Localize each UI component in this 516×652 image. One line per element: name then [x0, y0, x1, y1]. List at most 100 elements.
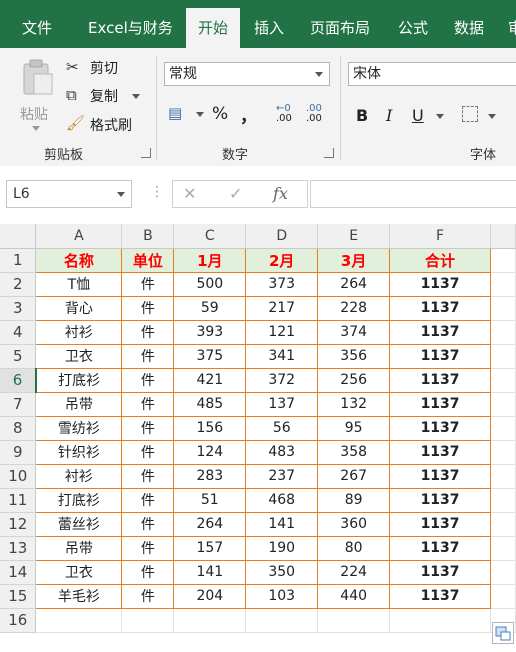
- data-cell[interactable]: 356: [317, 344, 391, 369]
- chevron-down-icon[interactable]: [436, 114, 444, 119]
- data-cell[interactable]: 1137: [389, 536, 491, 561]
- data-cell[interactable]: 156: [173, 416, 247, 441]
- header-cell[interactable]: 单位: [121, 248, 175, 273]
- data-cell[interactable]: 羊毛衫: [35, 584, 123, 609]
- data-cell[interactable]: 59: [173, 296, 247, 321]
- header-cell[interactable]: 2月: [245, 248, 319, 273]
- data-cell[interactable]: 440: [317, 584, 391, 609]
- empty-cell[interactable]: [490, 536, 516, 561]
- tab-home[interactable]: 开始: [186, 8, 240, 48]
- empty-cell[interactable]: [490, 344, 516, 369]
- insert-function-icon[interactable]: fx: [273, 184, 288, 203]
- data-cell[interactable]: 1137: [389, 464, 491, 489]
- empty-cell[interactable]: [490, 272, 516, 297]
- tab-insert[interactable]: 插入: [254, 0, 284, 48]
- column-header-a[interactable]: A: [35, 224, 123, 249]
- empty-cell[interactable]: [490, 584, 516, 609]
- data-cell[interactable]: 483: [245, 440, 319, 465]
- data-cell[interactable]: 228: [317, 296, 391, 321]
- empty-cell[interactable]: [490, 296, 516, 321]
- data-cell[interactable]: 124: [173, 440, 247, 465]
- data-cell[interactable]: 137: [245, 392, 319, 417]
- data-cell[interactable]: 468: [245, 488, 319, 513]
- row-header[interactable]: 2: [0, 272, 37, 297]
- row-header[interactable]: 10: [0, 464, 37, 489]
- row-header[interactable]: 9: [0, 440, 37, 465]
- data-cell[interactable]: 51: [173, 488, 247, 513]
- data-cell[interactable]: 375: [173, 344, 247, 369]
- accounting-format-icon[interactable]: ▤: [168, 104, 182, 122]
- data-cell[interactable]: 141: [245, 512, 319, 537]
- data-cell[interactable]: 500: [173, 272, 247, 297]
- clipboard-launcher-icon[interactable]: [141, 148, 151, 158]
- row-header[interactable]: 4: [0, 320, 37, 345]
- data-cell[interactable]: 1137: [389, 488, 491, 513]
- data-cell[interactable]: 56: [245, 416, 319, 441]
- data-cell[interactable]: 件: [121, 272, 175, 297]
- data-cell[interactable]: 件: [121, 416, 175, 441]
- empty-cell[interactable]: [317, 608, 391, 633]
- column-header-c[interactable]: C: [173, 224, 247, 249]
- data-cell[interactable]: 吊带: [35, 536, 123, 561]
- comma-style-button[interactable]: ，: [240, 102, 257, 127]
- data-cell[interactable]: 卫衣: [35, 560, 123, 585]
- header-cell[interactable]: 1月: [173, 248, 247, 273]
- data-cell[interactable]: 157: [173, 536, 247, 561]
- data-cell[interactable]: 件: [121, 440, 175, 465]
- empty-cell[interactable]: [490, 416, 516, 441]
- empty-cell[interactable]: [35, 608, 123, 633]
- cancel-icon[interactable]: ✕: [183, 184, 196, 203]
- percent-style-button[interactable]: %: [212, 104, 228, 124]
- data-cell[interactable]: 件: [121, 512, 175, 537]
- data-cell[interactable]: 针织衫: [35, 440, 123, 465]
- data-cell[interactable]: 件: [121, 320, 175, 345]
- row-header[interactable]: 6: [0, 368, 37, 393]
- column-header-f[interactable]: F: [389, 224, 491, 249]
- chevron-down-icon[interactable]: [196, 112, 204, 117]
- empty-cell[interactable]: [490, 488, 516, 513]
- number-launcher-icon[interactable]: [324, 148, 334, 158]
- decrease-decimal-button[interactable]: .00.00: [306, 104, 322, 124]
- bold-button[interactable]: B: [356, 106, 368, 125]
- number-format-dropdown[interactable]: 常规: [164, 62, 330, 86]
- header-cell[interactable]: 名称: [35, 248, 123, 273]
- data-cell[interactable]: 打底衫: [35, 488, 123, 513]
- row-header[interactable]: 3: [0, 296, 37, 321]
- data-cell[interactable]: 341: [245, 344, 319, 369]
- data-cell[interactable]: 衬衫: [35, 464, 123, 489]
- data-cell[interactable]: 1137: [389, 512, 491, 537]
- tab-formulas[interactable]: 公式: [398, 0, 428, 48]
- data-cell[interactable]: 件: [121, 560, 175, 585]
- data-cell[interactable]: 衬衫: [35, 320, 123, 345]
- data-cell[interactable]: 件: [121, 536, 175, 561]
- data-cell[interactable]: 350: [245, 560, 319, 585]
- row-header[interactable]: 15: [0, 584, 37, 609]
- data-cell[interactable]: 237: [245, 464, 319, 489]
- data-cell[interactable]: 89: [317, 488, 391, 513]
- row-header[interactable]: 12: [0, 512, 37, 537]
- data-cell[interactable]: 217: [245, 296, 319, 321]
- tab-page-layout[interactable]: 页面布局: [310, 0, 370, 48]
- format-painter-button[interactable]: 格式刷: [90, 115, 132, 135]
- data-cell[interactable]: 421: [173, 368, 247, 393]
- data-cell[interactable]: 件: [121, 368, 175, 393]
- column-header-e[interactable]: E: [317, 224, 391, 249]
- empty-cell[interactable]: [490, 512, 516, 537]
- data-cell[interactable]: 件: [121, 296, 175, 321]
- row-header[interactable]: 13: [0, 536, 37, 561]
- data-cell[interactable]: 485: [173, 392, 247, 417]
- empty-cell[interactable]: [490, 248, 516, 273]
- data-cell[interactable]: 132: [317, 392, 391, 417]
- italic-button[interactable]: I: [386, 106, 392, 125]
- data-cell[interactable]: 264: [317, 272, 391, 297]
- data-cell[interactable]: 卫衣: [35, 344, 123, 369]
- underline-button[interactable]: U: [412, 106, 424, 125]
- data-cell[interactable]: 1137: [389, 440, 491, 465]
- data-cell[interactable]: 1137: [389, 560, 491, 585]
- data-cell[interactable]: 背心: [35, 296, 123, 321]
- data-cell[interactable]: 372: [245, 368, 319, 393]
- cut-button[interactable]: 剪切: [90, 58, 118, 78]
- data-cell[interactable]: 267: [317, 464, 391, 489]
- tab-file[interactable]: 文件: [22, 0, 52, 48]
- data-cell[interactable]: 393: [173, 320, 247, 345]
